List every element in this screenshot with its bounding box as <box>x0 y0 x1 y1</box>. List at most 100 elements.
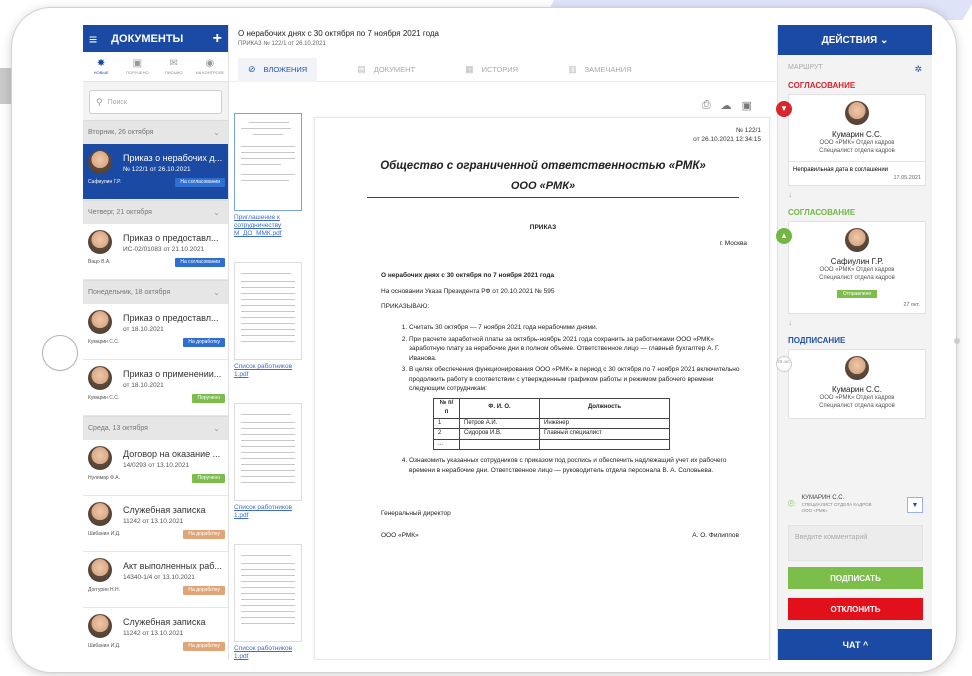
item-number: ИС-02/01083 от 21.10.2021 <box>123 246 205 253</box>
list-item[interactable]: Приказ о предоставл... ИС-02/01083 от 21… <box>83 224 228 280</box>
status-badge: На доработку <box>183 530 225 539</box>
item-author: Сафиулин Г.Р. <box>88 179 121 185</box>
attachment-link[interactable]: Список работников 1.pdf <box>234 504 306 520</box>
status-badge: На доработку <box>183 642 225 651</box>
chevron-down-icon[interactable]: ▼ <box>907 496 923 513</box>
route-label: МАРШРУТ <box>788 64 823 71</box>
route-section-label: ПОДПИСАНИЕ <box>788 336 846 345</box>
documents-header: ≡ ДОКУМЕНТЫ + <box>83 25 228 52</box>
list-item[interactable]: Приказ о нерабочих д... № 122/1 от 26.10… <box>83 144 228 200</box>
attachment-link[interactable]: Приглашение к сотрудничеству М_ДО_ММК.pd… <box>234 214 306 238</box>
status-badge: На доработку <box>183 586 225 595</box>
actions-dropdown[interactable]: ДЕЙСТВИЯ ⌄ <box>778 25 932 55</box>
image-icon[interactable]: ▣ <box>742 99 752 112</box>
notes-icon: ▥ <box>568 64 577 74</box>
signer-org: ООО «РМК» <box>381 532 419 539</box>
table-cell: Сидоров И.В. <box>459 428 540 440</box>
status-badge: На согласовании <box>175 178 225 187</box>
print-icon[interactable]: ⎙ <box>702 99 711 112</box>
tab-attachments[interactable]: ⊘ ВЛОЖЕНИЯ <box>238 57 318 82</box>
signer-selector: ⌾ КУМАРИН С.С. СПЕЦИАЛИСТ ОТДЕЛА КАДРОВ … <box>778 495 932 515</box>
item-title: Приказ о применении... <box>123 369 222 379</box>
table-cell: Инженер <box>539 417 670 429</box>
list-item[interactable]: Договор на оказание ... 14/0293 от 13.10… <box>83 440 228 496</box>
hamburger-icon[interactable]: ≡ <box>89 31 97 47</box>
search-icon: ⚲ <box>96 96 103 107</box>
approver-name: Кумарин С.С. <box>831 385 883 394</box>
item-author: Шибанин И.Д. <box>88 531 121 537</box>
item-author: Кумарин С.С. <box>88 395 120 401</box>
avatar <box>88 502 112 526</box>
search-placeholder: Поиск <box>107 98 127 106</box>
document-num: № 122/1 <box>735 127 761 134</box>
date-group-header[interactable]: Среда, 13 октября ⌄ <box>83 416 228 440</box>
avatar <box>845 228 869 252</box>
date-group-label: Вторник, 26 октября <box>88 129 154 136</box>
date-group-header[interactable]: Четверг, 21 октября ⌄ <box>83 200 228 224</box>
tab-new[interactable]: ✸ НОВЫЕ <box>83 52 119 81</box>
avatar <box>88 366 112 390</box>
tab-history[interactable]: ▦ ИСТОРИЯ <box>455 58 528 82</box>
date-group-header[interactable]: Вторник, 26 октября ⌄ <box>83 120 228 144</box>
list-item[interactable]: Служебная записка 11242 от 13.10.2021 Ши… <box>83 608 228 660</box>
route-section-label: СОГЛАСОВАНИЕ <box>788 208 856 217</box>
add-document-button[interactable]: + <box>213 30 222 48</box>
document-date: от 26.10.2021 12:34:15 <box>693 136 761 143</box>
documents-sidebar: ≡ ДОКУМЕНТЫ + ✸ НОВЫЕ ▣ ПОРУЧЕНО ✉ ПИСЬМО ◉… <box>83 25 229 660</box>
approver-name: Сафиулин Г.Р. <box>830 257 884 266</box>
item-number: 14/0293 от 13.10.2021 <box>123 462 190 469</box>
thumbs-down-icon: ▼ <box>776 101 792 117</box>
item-author: Кумарин С.С. <box>88 339 120 345</box>
route-step-card[interactable]: ▼ Кумарин С.С. ООО «РМК» Отдел кадров Сп… <box>776 94 926 186</box>
attachment-thumbnail[interactable] <box>234 113 302 211</box>
date-group-label: Понедельник, 18 октября <box>88 289 171 296</box>
sign-button[interactable]: ПОДПИСАТЬ <box>788 567 923 589</box>
attachment-thumbnail[interactable] <box>234 262 302 360</box>
document-pane: О нерабочих днях с 30 октября по 7 ноябр… <box>230 25 776 660</box>
cloud-download-icon[interactable]: ☁ <box>721 99 732 112</box>
item-title: Служебная записка <box>123 617 206 627</box>
document-preview: № 122/1 от 26.10.2021 12:34:15 Общество с… <box>314 117 770 660</box>
attachment-link[interactable]: Список работников 1.pdf <box>234 645 306 660</box>
route-step-card[interactable]: ▲ Сафиулин Г.Р. ООО «РМК» Отдел кадров С… <box>776 221 926 314</box>
step-date: 27 окт. <box>903 302 920 308</box>
reject-button[interactable]: ОТКЛОНИТЬ <box>788 598 923 620</box>
tab-mail[interactable]: ✉ ПИСЬМО <box>156 52 192 81</box>
attachment-thumbnail[interactable] <box>234 544 302 642</box>
attachments-list: Приглашение к сотрудничеству М_ДО_ММК.pd… <box>234 113 306 660</box>
list-item[interactable]: Служебная записка 11242 от 13.10.2021 Ши… <box>83 496 228 552</box>
signer-org: ООО «РМК» <box>801 508 828 513</box>
tab-control[interactable]: ◉ НА КОНТРОЛЕ <box>192 52 228 81</box>
date-group-header[interactable]: Понедельник, 18 октября ⌄ <box>83 280 228 304</box>
table-header-row: № п/п Ф. И. О. Должность <box>433 397 670 419</box>
approver-comment: Неправильная дата в соглашении <box>789 161 925 175</box>
item-author: Доггурин Н.Н. <box>88 587 121 593</box>
table-row: 2 Сидоров И.В. Главный специалист <box>433 428 670 440</box>
order-heading: О нерабочих днях с 30 октября по 7 ноябр… <box>381 272 555 279</box>
comment-field[interactable]: Введите комментарий <box>788 525 923 561</box>
document-header: О нерабочих днях с 30 октября по 7 ноябр… <box>230 25 776 58</box>
tab-notes[interactable]: ▥ ЗАМЕЧАНИЯ <box>558 58 642 82</box>
attachment-thumbnail[interactable] <box>234 403 302 501</box>
avatar <box>88 230 112 254</box>
tab-assigned[interactable]: ▣ ПОРУЧЕНО <box>119 52 155 81</box>
route-step-card[interactable]: 26 окт. Кумарин С.С. ООО «РМК» Отдел кад… <box>776 349 926 419</box>
order-title: ПРИКАЗ <box>529 224 557 231</box>
table-cell: Главный специалист <box>539 428 670 440</box>
chat-toggle[interactable]: ЧАТ ^ <box>778 629 932 660</box>
mail-icon: ✉ <box>169 58 178 69</box>
document-toolbar: ⎙ ☁ ▣ <box>702 99 752 112</box>
gear-icon[interactable]: ✲ <box>914 64 922 75</box>
list-item[interactable]: Акт выполненных раб... 14340-1/4 от 13.1… <box>83 552 228 608</box>
date-marker: 26 окт. <box>776 356 792 372</box>
eye-icon: ◉ <box>205 58 215 69</box>
tab-label: ВЛОЖЕНИЯ <box>263 65 308 74</box>
attachment-link[interactable]: Список работников 1.pdf <box>234 363 306 379</box>
chevron-down-icon: ⌄ <box>213 208 220 217</box>
list-item[interactable]: Приказ о применении... от 18.10.2021 Кум… <box>83 360 228 416</box>
list-item[interactable]: Приказ о предоставл... от 18.10.2021 Кум… <box>83 304 228 360</box>
search-input[interactable]: ⚲ Поиск <box>89 90 222 114</box>
table-cell: 2 <box>433 428 460 440</box>
arrow-down-icon: ↓ <box>788 318 792 327</box>
tab-document[interactable]: ▤ ДОКУМЕНТ <box>347 58 425 82</box>
